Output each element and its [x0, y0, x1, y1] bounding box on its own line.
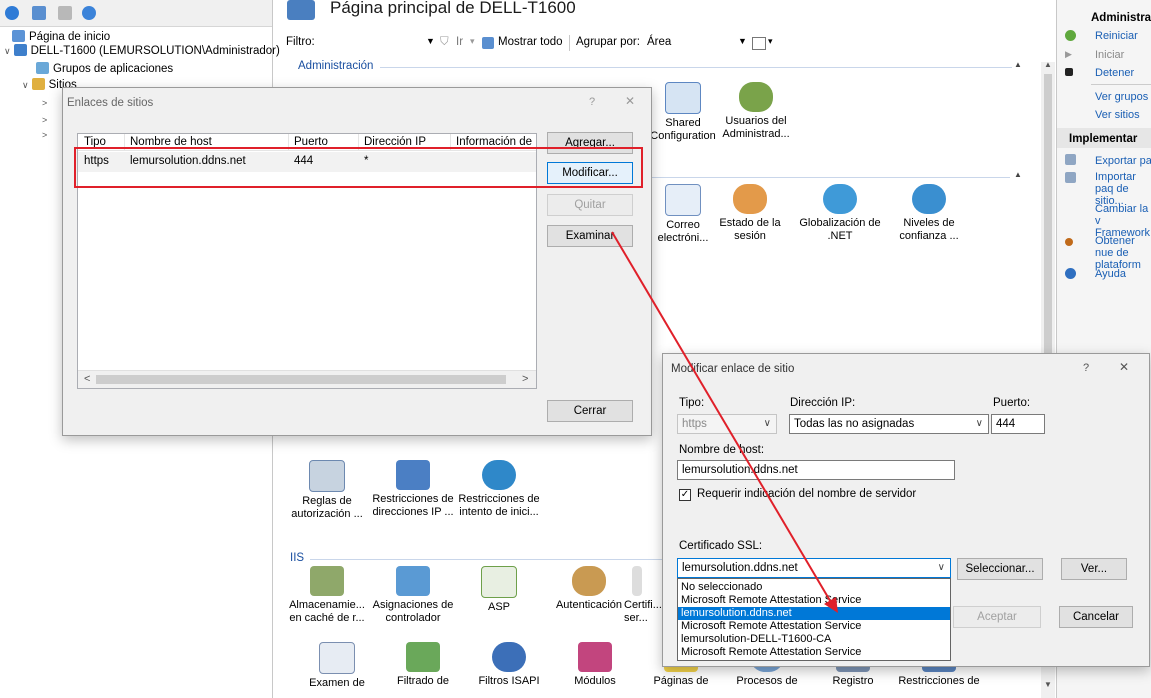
annotation-arrow [611, 231, 838, 613]
